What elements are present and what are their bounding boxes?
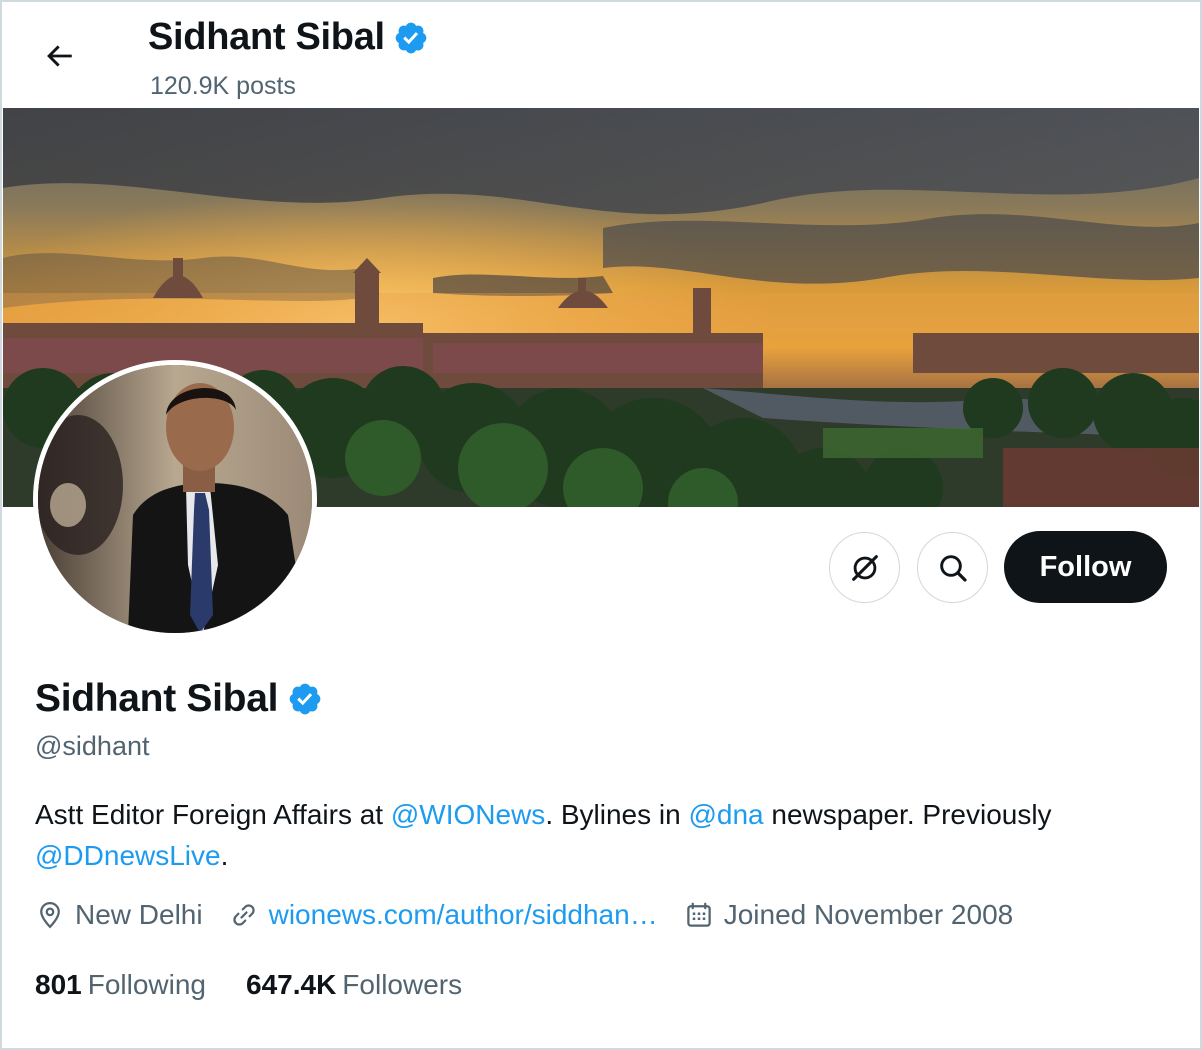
- link-icon: [232, 904, 255, 926]
- mention-link-wionews[interactable]: @WIONews: [391, 799, 545, 830]
- follow-stats: 801 Following 647.4K Followers: [35, 969, 502, 1001]
- joined-item: Joined November 2008: [684, 899, 1014, 931]
- profile-header-bar: Sidhant Sibal 120.9K posts: [3, 2, 1199, 108]
- avatar-image: [38, 365, 312, 633]
- follow-button[interactable]: Follow: [1004, 531, 1167, 603]
- profile-meta: New Delhi wionews.com/author/siddhan… Jo…: [35, 899, 1039, 931]
- followers-count: 647.4K: [246, 969, 337, 1000]
- mention-link-dna[interactable]: @dna: [688, 799, 763, 830]
- following-link[interactable]: 801 Following: [35, 969, 206, 1001]
- location-icon: [40, 901, 60, 929]
- following-count: 801: [35, 969, 82, 1000]
- verified-badge-icon: [395, 22, 427, 53]
- bio-text: newspaper. Previously: [763, 799, 1052, 830]
- followers-link[interactable]: 647.4K Followers: [246, 969, 462, 1001]
- header-name: Sidhant Sibal: [148, 16, 385, 58]
- bio-text: . Bylines in: [545, 799, 689, 830]
- website-item: wionews.com/author/siddhan…: [229, 899, 658, 931]
- mention-link-ddnewslive[interactable]: @DDnewsLive: [35, 840, 221, 871]
- profile-name: Sidhant Sibal: [35, 677, 279, 720]
- profile-display-name: Sidhant Sibal: [35, 677, 323, 721]
- location-item: New Delhi: [35, 899, 203, 931]
- header-post-count: 120.9K posts: [150, 72, 296, 100]
- followers-label: Followers: [342, 969, 463, 1000]
- profile-avatar[interactable]: [33, 360, 317, 638]
- profile-handle: @sidhant: [35, 731, 150, 761]
- grok-icon: [851, 554, 878, 581]
- location-text: New Delhi: [75, 899, 203, 930]
- following-label: Following: [87, 969, 206, 1000]
- verified-badge-icon[interactable]: [287, 681, 323, 717]
- calendar-icon: [686, 902, 711, 927]
- search-icon: [939, 554, 967, 582]
- bio-text: Astt Editor Foreign Affairs at: [35, 799, 391, 830]
- search-profile-button[interactable]: [917, 532, 988, 603]
- website-link[interactable]: wionews.com/author/siddhan…: [269, 899, 658, 931]
- joined-text: Joined November 2008: [723, 899, 1014, 930]
- header-title: Sidhant Sibal: [148, 16, 429, 59]
- profile-bio: Astt Editor Foreign Affairs at @WIONews.…: [35, 794, 1165, 876]
- back-button[interactable]: [31, 32, 87, 80]
- back-arrow-icon: [47, 45, 72, 67]
- bio-text: .: [220, 840, 229, 871]
- grok-button[interactable]: [829, 532, 900, 603]
